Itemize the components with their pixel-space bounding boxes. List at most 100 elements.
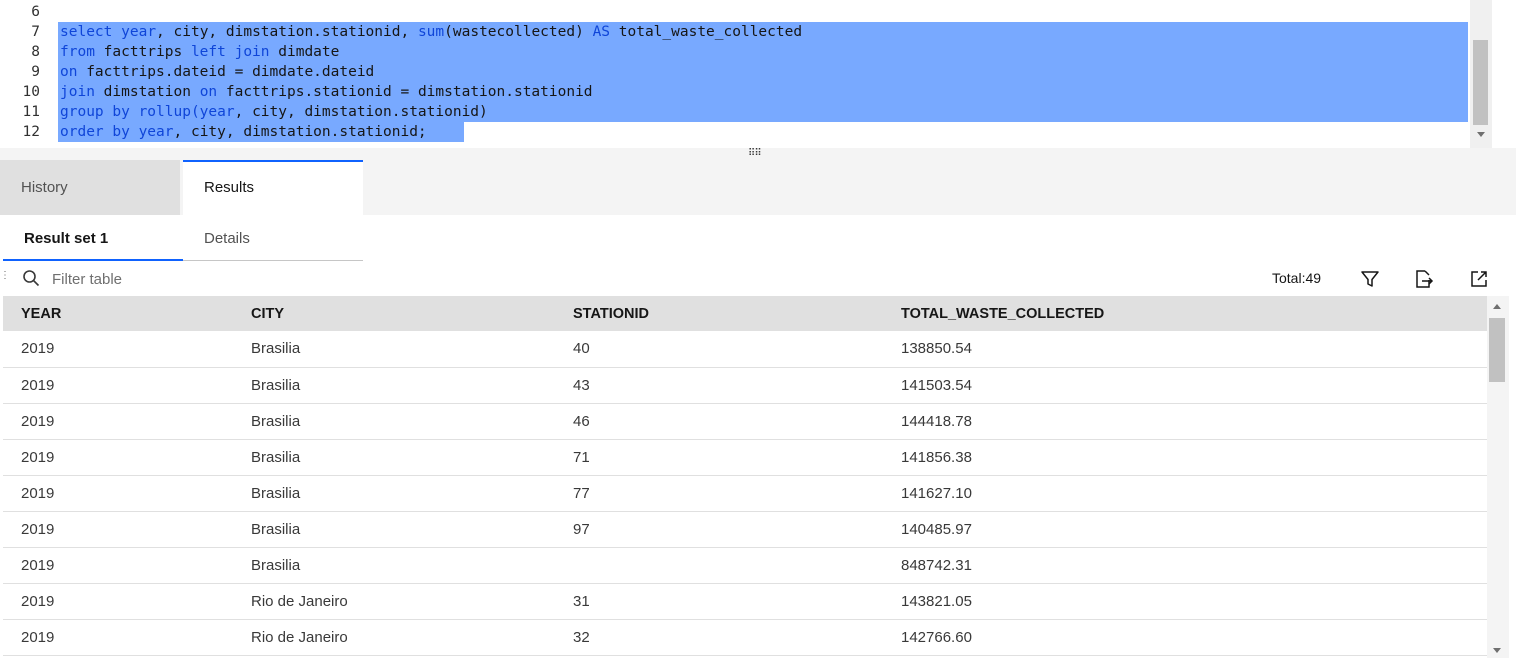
table-scrollbar[interactable] — [1487, 296, 1509, 658]
table-row[interactable]: 2019 Brasilia 43 141503.54 — [3, 367, 1487, 403]
line-number: 6 — [31, 4, 40, 20]
search-icon — [23, 270, 40, 287]
drag-handle-icon[interactable]: ⠿⠿ — [748, 149, 762, 159]
panel-splitter[interactable]: ⠿⠿ — [0, 148, 1516, 160]
cell-stationid: 46 — [573, 412, 590, 430]
output-tabs: History Results — [0, 160, 1516, 215]
table-row[interactable]: 2019 Brasilia 848742.31 — [3, 547, 1487, 583]
cell-total-waste-collected: 141856.38 — [901, 448, 972, 466]
code-text: order by year, city, dimstation.stationi… — [60, 122, 427, 142]
code-line[interactable]: 9 on facttrips.dateid = dimdate.dateid — [0, 62, 1470, 82]
code-line[interactable]: 7 select year, city, dimstation.stationid… — [0, 22, 1470, 42]
cell-year: 2019 — [21, 628, 55, 646]
sql-keyword: from — [60, 44, 95, 60]
column-header-total-waste-collected[interactable]: TOTAL_WASTE_COLLECTED — [883, 296, 1487, 331]
column-header-year[interactable]: YEAR — [3, 296, 233, 331]
table-header-row: YEAR CITY STATIONID TOTAL_WASTE_COLLECTE… — [3, 296, 1487, 331]
tab-results[interactable]: Results — [183, 160, 363, 215]
table-row[interactable]: 2019 Rio de Janeiro 31 143821.05 — [3, 583, 1487, 619]
result-subtabs: Result set 1 Details — [0, 215, 1516, 261]
export-icon[interactable] — [1412, 268, 1434, 290]
cell-total-waste-collected: 848742.31 — [901, 556, 972, 574]
cell-year: 2019 — [21, 520, 55, 538]
collapse-handle-icon[interactable]: ⋮ — [0, 270, 10, 281]
table-row[interactable]: 2019 Brasilia 97 140485.97 — [3, 511, 1487, 547]
cell-city: Brasilia — [251, 340, 301, 358]
sql-keyword: group by rollup(year — [60, 104, 235, 120]
total-count: Total:49 — [1272, 270, 1322, 286]
sql-token: facttrips.dateid = dimdate.dateid — [77, 64, 375, 80]
table-row[interactable]: 2019 Rio de Janeiro 32 142766.60 — [3, 619, 1487, 655]
cell-city: Rio de Janeiro — [251, 592, 348, 610]
sql-editor[interactable]: 6 7 select year, city, dimstation.stationi… — [0, 0, 1492, 148]
cell-stationid: 77 — [573, 484, 590, 502]
cell-stationid: 71 — [573, 448, 590, 466]
table-scrollbar-thumb[interactable] — [1489, 318, 1505, 382]
tab-result-set-1[interactable]: Result set 1 — [3, 215, 183, 261]
cell-city: Brasilia — [251, 376, 301, 394]
sql-keyword: join — [60, 84, 95, 100]
line-number: 12 — [22, 124, 40, 140]
code-text: join dimstation on facttrips.stationid =… — [60, 82, 593, 102]
cell-year: 2019 — [21, 484, 55, 502]
cell-stationid: 43 — [573, 376, 590, 394]
code-text: on facttrips.dateid = dimdate.dateid — [60, 62, 374, 82]
editor-scrollbar[interactable] — [1470, 0, 1492, 148]
sql-token: , city, dimstation.stationid; — [173, 124, 427, 140]
cell-city: Brasilia — [251, 484, 301, 502]
cell-stationid: 40 — [573, 340, 590, 358]
sql-keyword: on — [199, 84, 218, 100]
cell-year: 2019 — [21, 340, 55, 358]
results-table: YEAR CITY STATIONID TOTAL_WASTE_COLLECTE… — [3, 296, 1487, 656]
cell-stationid: 97 — [573, 520, 590, 538]
sql-token: , city, dimstation.stationid) — [234, 104, 488, 120]
table-row[interactable]: 2019 Brasilia 77 141627.10 — [3, 475, 1487, 511]
tab-history[interactable]: History — [0, 160, 180, 215]
sql-token: dimdate — [269, 44, 340, 60]
cell-total-waste-collected: 142766.60 — [901, 628, 972, 646]
cell-city: Rio de Janeiro — [251, 628, 348, 646]
sql-token: dimstation — [94, 84, 200, 100]
scroll-down-arrow-icon[interactable] — [1477, 132, 1485, 137]
cell-year: 2019 — [21, 592, 55, 610]
sql-keyword: left join — [190, 44, 270, 60]
sql-keyword: sum — [417, 24, 445, 40]
table-row[interactable]: 2019 Brasilia 46 144418.78 — [3, 403, 1487, 439]
column-header-city[interactable]: CITY — [233, 296, 555, 331]
code-line[interactable]: 10 join dimstation on facttrips.stationid… — [0, 82, 1470, 102]
table-row[interactable]: 2019 Brasilia 71 141856.38 — [3, 439, 1487, 475]
scroll-up-arrow-icon[interactable] — [1493, 304, 1501, 309]
filter-icon[interactable] — [1359, 268, 1381, 290]
cell-city: Brasilia — [251, 412, 301, 430]
sql-token: facttrips.stationid = dimstation.station… — [217, 84, 593, 100]
results-table-container: YEAR CITY STATIONID TOTAL_WASTE_COLLECTE… — [3, 296, 1487, 658]
code-line[interactable]: 6 — [0, 2, 1470, 22]
column-header-stationid[interactable]: STATIONID — [555, 296, 883, 331]
code-line[interactable]: 12 order by year, city, dimstation.statio… — [0, 122, 1470, 142]
sql-token: facttrips — [94, 44, 191, 60]
sql-keyword: AS — [592, 24, 611, 40]
cell-total-waste-collected: 138850.54 — [901, 340, 972, 358]
code-text: select year, city, dimstation.stationid,… — [60, 22, 802, 42]
cell-stationid: 31 — [573, 592, 590, 610]
scroll-down-arrow-icon[interactable] — [1493, 648, 1501, 653]
sql-keyword: order by — [60, 124, 130, 140]
table-row[interactable]: 2019 Brasilia 40 138850.54 — [3, 331, 1487, 367]
cell-total-waste-collected: 140485.97 — [901, 520, 972, 538]
cell-year: 2019 — [21, 376, 55, 394]
cell-year: 2019 — [21, 412, 55, 430]
tab-details[interactable]: Details — [183, 215, 363, 261]
cell-stationid — [555, 547, 883, 583]
cell-total-waste-collected: 143821.05 — [901, 592, 972, 610]
line-number: 11 — [22, 104, 40, 120]
cell-city: Brasilia — [251, 448, 301, 466]
code-line[interactable]: 11 group by rollup(year, city, dimstation… — [0, 102, 1470, 122]
filter-table-input[interactable] — [50, 265, 554, 293]
open-new-window-icon[interactable] — [1468, 268, 1490, 290]
editor-scrollbar-thumb[interactable] — [1473, 40, 1488, 125]
code-line[interactable]: 8 from facttrips left join dimdate — [0, 42, 1470, 62]
sql-keyword: year — [121, 24, 157, 40]
sql-token: , city, dimstation.stationid, — [156, 24, 418, 40]
